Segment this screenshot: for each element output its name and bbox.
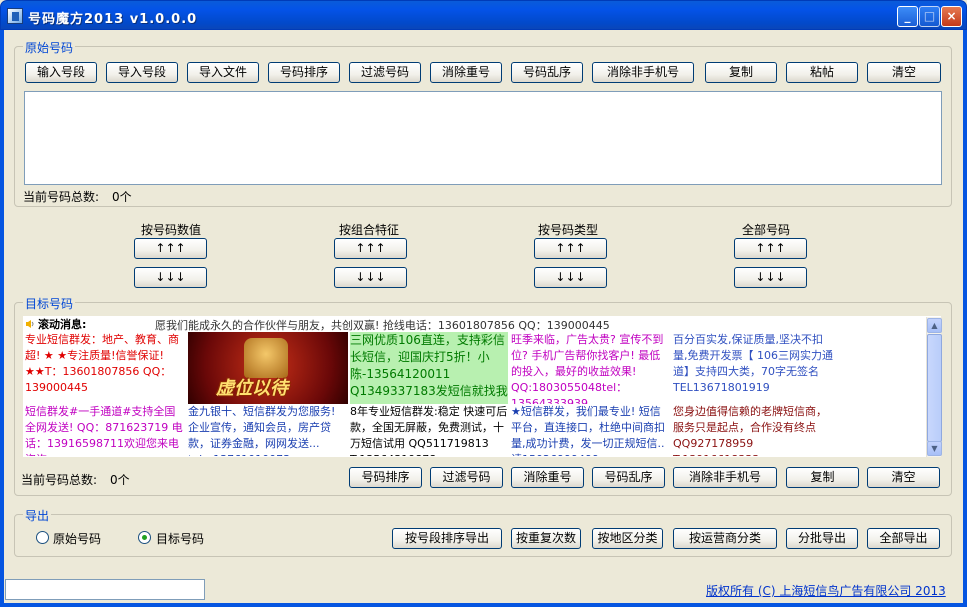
ad-cell-9[interactable]: 您身边值得信赖的老牌短信商，服务只是起点，合作没有终点QQ927178959 T… bbox=[673, 404, 833, 456]
target-numbers-area[interactable]: 滚动消息: 愿我们能成永久的合作伙伴与朋友，共创双赢! 抢线电话：1360180… bbox=[23, 316, 941, 457]
import-segment-button[interactable]: 导入号段 bbox=[106, 62, 178, 83]
filter-numbers-button[interactable]: 过滤号码 bbox=[349, 62, 421, 83]
scroll-up-button[interactable]: ▲ bbox=[927, 318, 942, 333]
dedupe-button[interactable]: 消除重号 bbox=[430, 62, 502, 83]
maximize-button[interactable]: □ bbox=[919, 6, 940, 27]
scroll-message-label: 滚动消息: bbox=[38, 318, 87, 331]
radio-target[interactable] bbox=[138, 531, 151, 544]
close-button[interactable]: × bbox=[941, 6, 962, 27]
export-by-repeat-button[interactable]: 按重复次数 bbox=[511, 528, 581, 549]
minimize-button[interactable]: _ bbox=[897, 6, 918, 27]
sort-all-label: 全部号码 bbox=[741, 223, 790, 237]
copy-button[interactable]: 复制 bbox=[705, 62, 777, 83]
radio-source-label[interactable]: 原始号码 bbox=[53, 530, 101, 547]
ad-scrollbar[interactable]: ▲ ▼ bbox=[926, 317, 942, 457]
status-input[interactable] bbox=[5, 579, 205, 600]
copyright-link[interactable]: 版权所有 (C) 上海短信鸟广告有限公司 2013 bbox=[706, 582, 946, 599]
target-copy-button[interactable]: 复制 bbox=[786, 467, 859, 488]
export-by-segment-button[interactable]: 按号段排序导出 bbox=[392, 528, 502, 549]
sort-by-type-label: 按号码类型 bbox=[537, 223, 598, 237]
target-legend: 目标号码 bbox=[23, 295, 76, 312]
title-bar[interactable]: 号码魔方2013 v1.0.0.0 _ □ × bbox=[0, 0, 967, 30]
sort-all-asc-button[interactable]: ↑↑↑ bbox=[734, 238, 807, 259]
source-legend: 原始号码 bbox=[23, 39, 76, 56]
target-count-label: 当前号码总数: bbox=[21, 473, 98, 487]
ad-cell-4[interactable]: 三网优质106直连，支持彩信长短信，迎国庆打5折！小陈-13564120011 … bbox=[350, 332, 508, 404]
sort-by-combo-asc-button[interactable]: ↑↑↑ bbox=[334, 238, 407, 259]
scroll-thumb[interactable] bbox=[927, 334, 942, 442]
sort-numbers-button[interactable]: 号码排序 bbox=[268, 62, 340, 83]
paste-button[interactable]: 粘帖 bbox=[786, 62, 858, 83]
ad-cell-8[interactable]: 百分百实发,保证质量,坚决不扣量,免费开发票【 106三网实力通道】支持四大类，… bbox=[673, 332, 833, 404]
source-count-label: 当前号码总数: bbox=[23, 190, 100, 204]
ad-cell-6[interactable]: 旺季来临，广告太贵? 宣传不到位? 手机广告帮你找客户! 最低的投入，最好的收益… bbox=[511, 332, 671, 404]
scroll-message-text: 愿我们能成永久的合作伙伴与朋友，共创双赢! 抢线电话：13601807856 Q… bbox=[155, 319, 610, 332]
target-clear-button[interactable]: 清空 bbox=[867, 467, 940, 488]
ad-cell-1[interactable]: 专业短信群发：地产、教育、商超! ★ ★专注质量!信誉保证! ★★T：13601… bbox=[25, 332, 185, 410]
target-dedupe-button[interactable]: 消除重号 bbox=[511, 467, 584, 488]
ad-cell-3[interactable]: 金九银十、短信群发为您服务! 企业宣传，通知会员，房产贷款，证券金融，网网发送.… bbox=[188, 404, 348, 456]
ad-cell-5[interactable]: 8年专业短信群发:稳定 快速可后款，全国无屏蔽，免费测试，十万短信试用 QQ51… bbox=[350, 404, 508, 456]
input-segment-button[interactable]: 输入号段 bbox=[25, 62, 97, 83]
sort-by-value-label: 按号码数值 bbox=[140, 223, 201, 237]
export-by-carrier-button[interactable]: 按运营商分类 bbox=[673, 528, 777, 549]
target-shuffle-button[interactable]: 号码乱序 bbox=[592, 467, 665, 488]
window-title: 号码魔方2013 v1.0.0.0 bbox=[28, 12, 198, 27]
target-sort-button[interactable]: 号码排序 bbox=[349, 467, 422, 488]
import-file-button[interactable]: 导入文件 bbox=[187, 62, 259, 83]
export-all-button[interactable]: 全部导出 bbox=[867, 528, 940, 549]
sort-by-combo-label: 按组合特征 bbox=[338, 223, 399, 237]
radio-target-label[interactable]: 目标号码 bbox=[156, 530, 204, 547]
export-by-region-button[interactable]: 按地区分类 bbox=[592, 528, 663, 549]
remove-non-mobile-button[interactable]: 消除非手机号 bbox=[592, 62, 694, 83]
source-count-value: 0个 bbox=[112, 190, 132, 204]
clear-button[interactable]: 清空 bbox=[867, 62, 941, 83]
ad-cell-7[interactable]: ★短信群发，我们最专业! 短信平台，直连接口，杜绝中间商扣量,成功计费，发一切正… bbox=[511, 404, 671, 456]
batch-export-button[interactable]: 分批导出 bbox=[786, 528, 858, 549]
source-numbers-textarea[interactable] bbox=[24, 91, 942, 185]
sort-by-combo-desc-button[interactable]: ↓↓↓ bbox=[334, 267, 407, 288]
speaker-icon bbox=[25, 318, 35, 328]
target-filter-button[interactable]: 过滤号码 bbox=[430, 467, 503, 488]
target-remove-non-mobile-button[interactable]: 消除非手机号 bbox=[673, 467, 777, 488]
radio-source[interactable] bbox=[36, 531, 49, 544]
throne-icon bbox=[244, 338, 288, 378]
sort-by-value-desc-button[interactable]: ↓↓↓ bbox=[134, 267, 207, 288]
ad-cell-2[interactable]: 短信群发#一手通道#支持全国全网发送! QQ：871623719 电话：1391… bbox=[25, 404, 185, 456]
ad-banner[interactable]: 虚位以待 bbox=[188, 332, 348, 404]
sort-by-type-desc-button[interactable]: ↓↓↓ bbox=[534, 267, 607, 288]
sort-all-desc-button[interactable]: ↓↓↓ bbox=[734, 267, 807, 288]
shuffle-button[interactable]: 号码乱序 bbox=[511, 62, 583, 83]
target-count-value: 0个 bbox=[110, 473, 130, 487]
scroll-down-button[interactable]: ▼ bbox=[927, 441, 942, 456]
sort-by-type-asc-button[interactable]: ↑↑↑ bbox=[534, 238, 607, 259]
banner-text: 虚位以待 bbox=[216, 378, 288, 399]
export-legend: 导出 bbox=[23, 507, 52, 524]
app-icon bbox=[7, 8, 23, 24]
sort-by-value-asc-button[interactable]: ↑↑↑ bbox=[134, 238, 207, 259]
